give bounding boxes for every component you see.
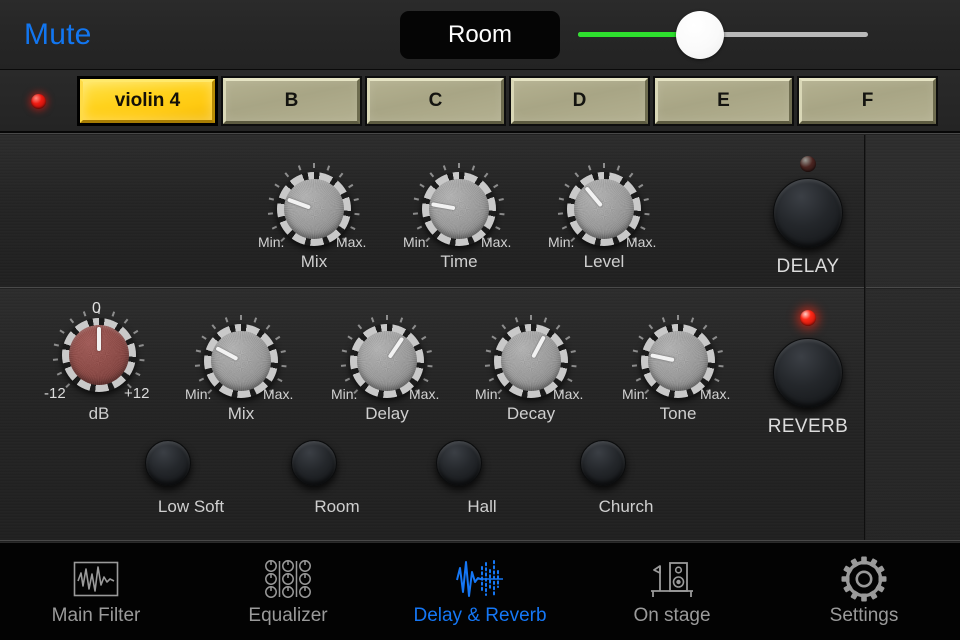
gain-min-label: -12 xyxy=(44,385,66,402)
knob-max-label: Max. xyxy=(626,234,657,250)
delay-knob-mix[interactable]: Min. Max. Mix xyxy=(258,163,366,271)
knob-min-label: Min. xyxy=(475,386,502,402)
tab-main-filter[interactable]: Main Filter xyxy=(0,543,192,640)
tab-label: Settings xyxy=(829,605,899,626)
preset-button-5[interactable]: E xyxy=(653,76,794,126)
gain-max-label: +12 xyxy=(124,385,150,402)
knob-label: Level xyxy=(583,252,625,271)
delay-knob-time[interactable]: Min. Max. Time xyxy=(403,163,511,271)
panel-divider xyxy=(0,133,960,135)
preset-button-1[interactable]: violin 4 xyxy=(77,76,218,126)
preset-button-label: violin 4 xyxy=(80,79,215,123)
knob-grid-icon xyxy=(262,555,314,603)
knob-max-label: Max. xyxy=(553,386,584,402)
delay-status-led-icon xyxy=(800,156,816,172)
tab-label: On stage xyxy=(633,605,711,626)
reverb-preset-church[interactable]: Church xyxy=(580,440,653,516)
delay-reverb-icon xyxy=(453,555,507,603)
reverb-knob-tone[interactable]: Min. Max. Tone xyxy=(622,315,730,423)
reverb-knob-mix[interactable]: Min. Max. Mix xyxy=(185,315,293,423)
reverb-status-led-icon xyxy=(800,310,816,326)
gear-icon xyxy=(841,555,887,603)
volume-slider[interactable] xyxy=(578,11,868,59)
tab-equalizer[interactable]: Equalizer xyxy=(192,543,384,640)
reverb-knob-decay[interactable]: Min. Max. Decay xyxy=(475,315,583,423)
tab-settings[interactable]: Settings xyxy=(768,543,960,640)
reverb-power-button-cap[interactable] xyxy=(773,338,843,408)
tab-on-stage[interactable]: On stage xyxy=(576,543,768,640)
knob-min-label: Min. xyxy=(403,234,430,250)
reverb-preset-label: Church xyxy=(598,497,654,516)
reverb-preset-hall[interactable]: Hall xyxy=(436,440,497,516)
room-preset-label: Room xyxy=(447,21,513,48)
knob-min-label: Min. xyxy=(331,386,358,402)
preset-button-label: F xyxy=(799,78,936,124)
gain-zero-tick-label: 0 xyxy=(92,300,101,317)
reverb-preset-button-cap[interactable] xyxy=(145,440,191,486)
preset-button-2[interactable]: B xyxy=(221,76,362,126)
tab-delay-reverb[interactable]: Delay & Reverb xyxy=(384,543,576,640)
reverb-preset-button-cap[interactable] xyxy=(291,440,337,486)
delay-knob-level[interactable]: Min. Max. Level xyxy=(548,163,656,271)
tab-label: Delay & Reverb xyxy=(413,605,547,626)
preset-button-label: C xyxy=(367,78,504,124)
delay-power-label: DELAY xyxy=(776,256,840,277)
waveform-box-icon xyxy=(73,555,119,603)
undefined[interactable]: dB xyxy=(53,309,145,423)
reverb-preset-low-soft[interactable]: Low Soft xyxy=(145,440,224,516)
room-preset-button[interactable]: Room xyxy=(400,11,560,59)
stage-speaker-icon xyxy=(647,555,697,603)
reverb-preset-room[interactable]: Room xyxy=(291,440,360,516)
vertical-divider xyxy=(864,135,866,540)
panel-divider xyxy=(0,287,960,289)
preset-button-6[interactable]: F xyxy=(797,76,938,126)
knob-dial[interactable] xyxy=(53,309,145,392)
knob-min-label: Min. xyxy=(258,234,285,250)
tab-label: Equalizer xyxy=(248,605,328,626)
preset-bar: violin 4BCDEF xyxy=(0,70,960,133)
preset-button-label: D xyxy=(511,78,648,124)
preset-button-3[interactable]: C xyxy=(365,76,506,126)
knob-max-label: Max. xyxy=(409,386,440,402)
delay-power-button-cap[interactable] xyxy=(773,178,843,248)
knob-max-label: Max. xyxy=(336,234,367,250)
reverb-preset-button-cap[interactable] xyxy=(580,440,626,486)
mute-button[interactable]: Mute xyxy=(24,18,92,52)
knob-min-label: Min. xyxy=(185,386,212,402)
tab-label: Main Filter xyxy=(51,605,141,626)
volume-slider-thumb[interactable] xyxy=(675,11,724,59)
knob-min-label: Min. xyxy=(622,386,649,402)
preset-button-4[interactable]: D xyxy=(509,76,650,126)
top-bar: Mute Room xyxy=(0,0,960,70)
record-led-icon xyxy=(31,94,46,109)
reverb-power-button[interactable]: REVERB xyxy=(768,310,848,437)
preset-button-label: B xyxy=(223,78,360,124)
knob-pointer xyxy=(62,318,136,392)
knob-max-label: Max. xyxy=(263,386,294,402)
tab-bar: Main Filter Equalizer Delay & Reverb On s… xyxy=(0,542,960,640)
reverb-power-label: REVERB xyxy=(767,416,849,437)
knob-min-label: Min. xyxy=(548,234,575,250)
reverb-knob-delay[interactable]: Min. Max. Delay xyxy=(331,315,439,423)
delay-power-button[interactable]: DELAY xyxy=(773,156,843,277)
reverb-preset-button-cap[interactable] xyxy=(436,440,482,486)
preset-button-label: E xyxy=(655,78,792,124)
knob-max-label: Max. xyxy=(481,234,512,250)
right-side-panel xyxy=(866,135,960,540)
knob-max-label: Max. xyxy=(700,386,731,402)
